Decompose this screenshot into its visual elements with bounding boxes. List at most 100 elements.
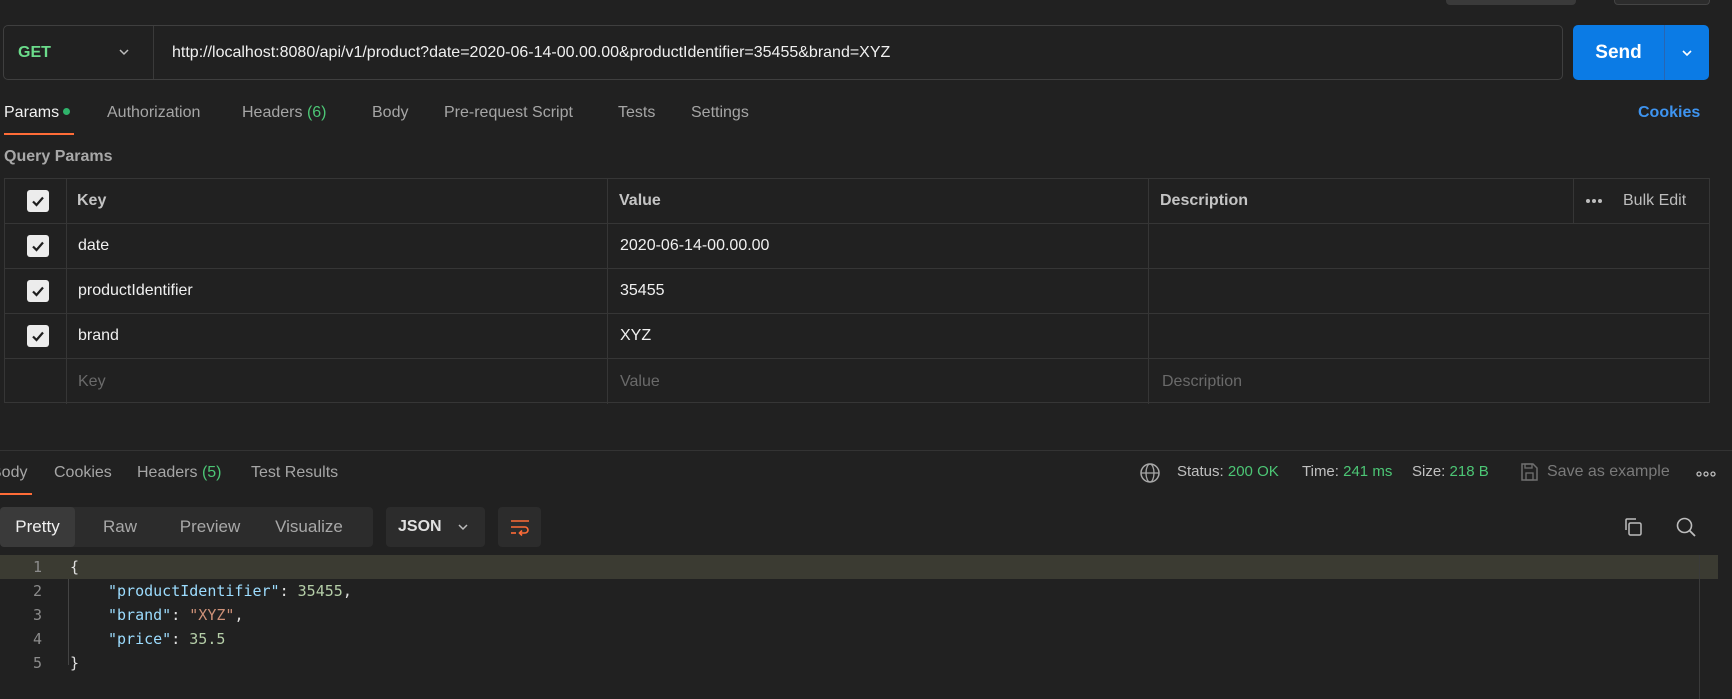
param-key[interactable]: date: [78, 224, 109, 268]
wrap-lines-button[interactable]: [498, 507, 541, 547]
view-raw-button[interactable]: Raw: [75, 507, 165, 547]
row-checkbox[interactable]: [27, 235, 49, 257]
params-active-dot: [63, 108, 71, 116]
tab-tests[interactable]: Tests: [618, 104, 655, 122]
format-selector[interactable]: JSON: [386, 507, 485, 547]
cookies-link[interactable]: Cookies: [1638, 104, 1700, 122]
table-row: brand XYZ: [5, 314, 1709, 359]
tab-response-cookies[interactable]: Cookies: [54, 464, 112, 482]
row-checkbox-cell: [27, 314, 49, 358]
param-value[interactable]: 35455: [620, 269, 665, 313]
chevron-down-icon: [458, 524, 468, 531]
query-params-title: Query Params: [4, 148, 113, 165]
select-all-checkbox[interactable]: [27, 190, 49, 212]
active-tab-underline: [0, 493, 32, 495]
code-text: "productIdentifier": 35455,: [108, 582, 352, 600]
code-line: 3 "brand": "XYZ",: [0, 603, 1718, 627]
tab-headers[interactable]: Headers (6): [242, 104, 327, 122]
code-line: 5 }: [0, 651, 1718, 675]
url-input[interactable]: http://localhost:8080/api/v1/product?dat…: [154, 44, 890, 62]
code-text: }: [70, 654, 80, 672]
send-button[interactable]: Send: [1573, 42, 1664, 64]
query-params-table: Key Value Description Bulk Edit date 202…: [4, 178, 1710, 404]
tab-authorization[interactable]: Authorization: [107, 104, 200, 122]
more-options-button[interactable]: [1585, 179, 1603, 223]
more-horizontal-icon: [1586, 199, 1602, 203]
active-tab-underline: [4, 133, 74, 135]
response-body-editor[interactable]: 1 { 2 "productIdentifier": 35455, 3 "bra…: [0, 555, 1732, 699]
check-icon: [32, 196, 44, 207]
json-value: 35.5: [189, 630, 226, 648]
row-checkbox[interactable]: [27, 325, 49, 347]
column-divider: [1573, 179, 1574, 223]
column-header-description: Description: [1160, 192, 1249, 209]
send-button-group: Send: [1573, 25, 1709, 80]
check-icon: [32, 331, 44, 342]
new-value-input[interactable]: Value: [620, 359, 660, 404]
save-as-example-button[interactable]: Save as example: [1547, 463, 1670, 481]
view-mode-selector: Pretty Raw Preview Visualize: [0, 507, 373, 547]
view-pretty-button[interactable]: Pretty: [0, 507, 75, 547]
time-label: Time:: [1302, 463, 1339, 480]
method-label: GET: [18, 43, 51, 61]
chevron-down-icon: [119, 49, 129, 56]
editor-scrollbar-track[interactable]: [1699, 555, 1700, 699]
row-checkbox[interactable]: [27, 280, 49, 302]
tab-headers-count: (6): [306, 104, 327, 121]
tab-prerequest-script[interactable]: Pre-request Script: [444, 104, 573, 122]
send-options-button[interactable]: [1665, 46, 1709, 60]
size-label: Size:: [1412, 463, 1446, 480]
tab-response-headers[interactable]: Headers (5): [137, 464, 222, 482]
line-number: 5: [32, 654, 42, 672]
top-toolbar-chip-2: [1614, 0, 1710, 5]
globe-icon[interactable]: [1139, 462, 1161, 484]
search-icon[interactable]: [1675, 516, 1697, 538]
bulk-edit-button[interactable]: Bulk Edit: [1623, 179, 1686, 223]
response-time: Time: 241 ms: [1302, 463, 1392, 480]
copy-icon[interactable]: [1622, 516, 1644, 538]
new-key-input[interactable]: Key: [78, 359, 106, 404]
line-number: 2: [32, 582, 42, 600]
table-row: date 2020-06-14-00.00.00: [5, 224, 1709, 269]
format-label: JSON: [398, 518, 442, 535]
code-line: 4 "price": 35.5: [0, 627, 1718, 651]
more-horizontal-icon[interactable]: [1696, 471, 1716, 477]
table-row: productIdentifier 35455: [5, 269, 1709, 314]
json-key: "brand": [108, 606, 172, 624]
param-value[interactable]: 2020-06-14-00.00.00: [620, 224, 769, 268]
method-selector[interactable]: GET: [4, 26, 154, 79]
status-value[interactable]: 200 OK: [1228, 463, 1279, 480]
param-key[interactable]: productIdentifier: [78, 269, 193, 313]
tab-test-results[interactable]: Test Results: [251, 464, 338, 482]
json-sep: ,: [342, 582, 352, 600]
check-icon: [32, 286, 44, 297]
code-line: 2 "productIdentifier": 35455,: [0, 579, 1718, 603]
tab-params[interactable]: Params: [4, 104, 71, 122]
column-header-value: Value: [619, 192, 661, 209]
tab-response-headers-label: Headers: [137, 464, 198, 481]
new-description-input[interactable]: Description: [1162, 359, 1242, 404]
view-visualize-button[interactable]: Visualize: [255, 507, 363, 547]
tab-params-label: Params: [4, 104, 60, 121]
chevron-down-icon: [1682, 49, 1692, 56]
json-value: 35455: [297, 582, 343, 600]
time-value[interactable]: 241 ms: [1343, 463, 1392, 480]
tab-body[interactable]: Body: [372, 104, 408, 122]
tab-response-body[interactable]: Body: [0, 464, 27, 482]
line-number: 3: [32, 606, 42, 624]
response-size: Size: 218 B: [1412, 463, 1489, 480]
param-key[interactable]: brand: [78, 314, 119, 358]
response-divider: [0, 450, 1732, 451]
request-tabs: Params Authorization Headers (6) Body Pr…: [0, 98, 1732, 138]
table-row-new: Key Value Description: [5, 359, 1709, 404]
code-line: 1 {: [0, 555, 1718, 579]
table-header-row: Key Value Description Bulk Edit: [5, 179, 1709, 224]
size-value[interactable]: 218 B: [1450, 463, 1489, 480]
tab-settings[interactable]: Settings: [691, 104, 749, 122]
indent-guide: [68, 579, 69, 665]
param-value[interactable]: XYZ: [620, 314, 651, 358]
code-text: "price": 35.5: [108, 630, 226, 648]
wrap-text-icon: [510, 520, 529, 536]
json-key: "productIdentifier": [108, 582, 280, 600]
view-preview-button[interactable]: Preview: [165, 507, 255, 547]
